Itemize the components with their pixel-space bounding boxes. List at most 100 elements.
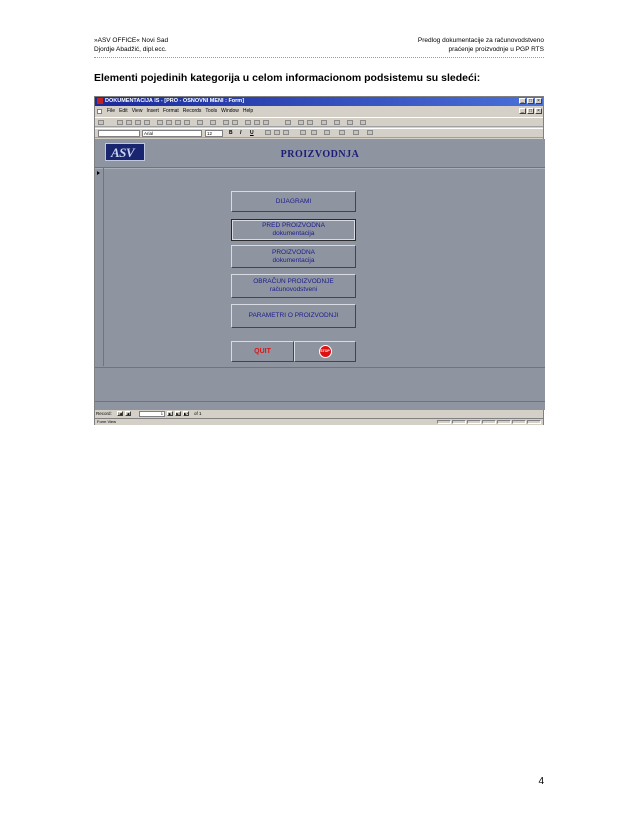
header-divider	[94, 57, 544, 58]
previous-record-icon[interactable]: ◀	[125, 411, 131, 416]
new-record-icon[interactable]	[298, 120, 304, 125]
print-icon[interactable]	[126, 120, 132, 125]
line-color-icon[interactable]	[324, 130, 330, 135]
menu-help[interactable]: Help	[243, 107, 253, 116]
record-count: of 1	[194, 411, 202, 416]
doc-minimize-icon[interactable]: _	[519, 108, 526, 114]
menu-records[interactable]: Records	[183, 107, 202, 116]
object-select[interactable]	[98, 130, 140, 137]
cut-icon[interactable]	[157, 120, 163, 125]
next-record-icon[interactable]: ▶	[167, 411, 173, 416]
header-left-line1: »ASV OFFICE« Novi Sad	[94, 37, 169, 44]
status-panel-7	[527, 420, 541, 424]
close-icon[interactable]: ×	[535, 98, 542, 104]
sort-ascending-icon[interactable]	[223, 120, 229, 125]
find-icon[interactable]	[285, 120, 291, 125]
menu-tools[interactable]: Tools	[205, 107, 217, 116]
help-icon[interactable]	[360, 120, 366, 125]
formatting-toolbar: Arial 12 B I U	[95, 128, 543, 138]
align-right-icon[interactable]	[283, 130, 289, 135]
record-label: Record:	[96, 411, 112, 416]
font-name-select[interactable]: Arial	[142, 130, 202, 137]
window-controls: _ □ ×	[519, 98, 542, 104]
first-record-icon[interactable]: |◀	[117, 411, 123, 416]
border-style-icon[interactable]	[367, 130, 373, 135]
header-right-line1: Predlog dokumentacije za računovodstveno	[417, 37, 544, 44]
status-panel-6	[512, 420, 526, 424]
last-record-icon[interactable]: ▶|	[175, 411, 181, 416]
special-effect-icon[interactable]	[353, 130, 359, 135]
underline-button[interactable]: U	[250, 130, 254, 137]
font-size-select[interactable]: 12	[205, 130, 223, 137]
parametri-label: PARAMETRI O PROIZVODNJI	[248, 312, 339, 319]
italic-button[interactable]: I	[240, 130, 241, 137]
align-center-icon[interactable]	[274, 130, 280, 135]
form-doc-icon	[97, 109, 102, 114]
doc-close-icon[interactable]: ×	[535, 108, 542, 114]
window-titlebar: DOKUMENTACIJA IS - [PRO - OSNOVNI MENI :…	[95, 97, 543, 106]
standard-toolbar	[95, 117, 543, 127]
status-text: Form View	[97, 419, 117, 424]
insert-hyperlink-icon[interactable]	[210, 120, 216, 125]
new-record-nav-icon[interactable]: ▶*	[183, 411, 189, 416]
menu-edit[interactable]: Edit	[119, 107, 128, 116]
section-heading: Elementi pojedinih kategorija u celom in…	[94, 72, 481, 84]
pred-proizvodna-label-1: PRED PROIZVODNA	[262, 222, 325, 229]
save-icon[interactable]	[117, 120, 123, 125]
print-preview-icon[interactable]	[135, 120, 141, 125]
menu-file[interactable]: File	[107, 107, 115, 116]
stop-button[interactable]: STOP	[294, 341, 356, 362]
filter-form-icon[interactable]	[254, 120, 260, 125]
status-bar: Form View	[95, 418, 543, 425]
record-pointer-icon	[97, 171, 100, 175]
menu-format[interactable]: Format	[163, 107, 179, 116]
status-panels	[437, 420, 541, 424]
pred-proizvodna-button[interactable]: PRED PROIZVODNA dokumentacija	[231, 219, 356, 241]
header-left: »ASV OFFICE« Novi Sad Djordje Abadžić, d…	[94, 37, 168, 54]
header-right-line2: praćenje proizvodnje u PGP RTS	[448, 45, 544, 53]
bold-button[interactable]: B	[229, 130, 233, 137]
maximize-icon[interactable]: □	[527, 98, 534, 104]
diagrami-button[interactable]: DIJAGRAMI	[231, 191, 356, 212]
delete-record-icon[interactable]	[307, 120, 313, 125]
office-assistant-icon[interactable]	[347, 120, 353, 125]
sort-descending-icon[interactable]	[232, 120, 238, 125]
window-title: DOKUMENTACIJA IS - [PRO - OSNOVNI MENI :…	[105, 98, 245, 104]
obracun-button[interactable]: OBRAČUN PROIZVODNJE računovodstveni	[231, 274, 356, 298]
line-width-icon[interactable]	[339, 130, 345, 135]
fill-color-icon[interactable]	[300, 130, 306, 135]
format-painter-icon[interactable]	[184, 120, 190, 125]
spelling-icon[interactable]	[144, 120, 150, 125]
menu-insert[interactable]: Insert	[146, 107, 159, 116]
menu-list: File Edit View Insert Format Records Too…	[107, 107, 253, 116]
doc-restore-icon[interactable]: □	[527, 108, 534, 114]
document-controls: _ □ ×	[519, 108, 542, 114]
font-color-icon[interactable]	[311, 130, 317, 135]
menu-bar: File Edit View Insert Format Records Too…	[95, 107, 543, 116]
status-panel-4	[482, 420, 496, 424]
database-window-icon[interactable]	[321, 120, 327, 125]
paste-icon[interactable]	[175, 120, 181, 125]
menu-view[interactable]: View	[132, 107, 143, 116]
menu-window[interactable]: Window	[221, 107, 239, 116]
apply-filter-icon[interactable]	[263, 120, 269, 125]
form-title: PROIZVODNJA	[280, 149, 360, 160]
access-app-icon	[97, 98, 103, 104]
filter-icon[interactable]	[245, 120, 251, 125]
parametri-button[interactable]: PARAMETRI O PROIZVODNJI	[231, 304, 356, 328]
align-left-icon[interactable]	[265, 130, 271, 135]
minimize-icon[interactable]: _	[519, 98, 526, 104]
footer-section-divider	[95, 367, 545, 368]
new-object-icon[interactable]	[334, 120, 340, 125]
obracun-label-2: računovodstveni	[269, 286, 318, 293]
pred-proizvodna-label-2: dokumentacija	[272, 230, 315, 237]
proizvodna-button[interactable]: PROIZVODNA dokumentacija	[231, 245, 356, 268]
record-selector[interactable]	[95, 168, 104, 366]
header-right: Predlog dokumentacije za računovodstveno…	[418, 37, 544, 54]
undo-icon[interactable]	[197, 120, 203, 125]
quit-button[interactable]: QUIT	[231, 341, 294, 362]
view-icon[interactable]	[98, 120, 104, 125]
copy-icon[interactable]	[166, 120, 172, 125]
current-record-input[interactable]: 1	[139, 411, 165, 417]
embedded-screenshot: DOKUMENTACIJA IS - [PRO - OSNOVNI MENI :…	[94, 96, 545, 425]
